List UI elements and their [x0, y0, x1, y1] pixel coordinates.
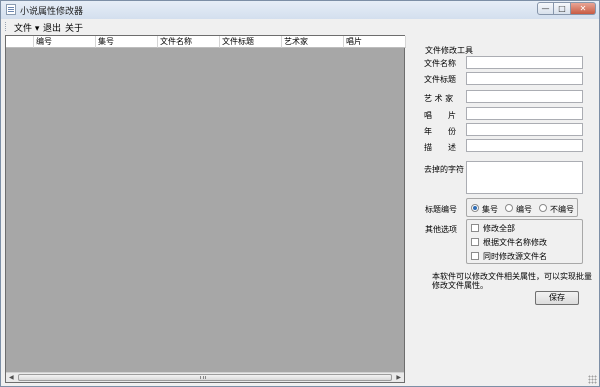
description-label: 描 述 — [424, 143, 456, 152]
filetitle-label: 文件标题 — [424, 75, 456, 84]
scroll-left-icon[interactable]: ◀ — [9, 374, 14, 381]
column-header-episode[interactable]: 集号 — [96, 36, 158, 48]
radio-episode-label: 集号 — [482, 205, 498, 214]
checkbox-rename-source[interactable] — [471, 252, 479, 260]
close-button[interactable]: ✕ — [571, 2, 596, 15]
radio-episode[interactable] — [471, 204, 479, 212]
menu-bar: 文件 ▾ 退出 关于 — [1, 19, 599, 34]
menu-file[interactable]: 文件 ▾ — [14, 21, 39, 34]
artist-input[interactable] — [466, 90, 583, 103]
maximize-button[interactable]: □ — [554, 2, 571, 15]
scroll-right-icon[interactable]: ▶ — [396, 374, 401, 381]
save-button[interactable]: 保存 — [535, 291, 579, 305]
checkbox-by-filename-label: 根据文件名称修改 — [483, 238, 547, 247]
remove-chars-textarea[interactable] — [466, 161, 583, 194]
title-bar: 小说属性修改器 — □ ✕ — [1, 1, 599, 19]
software-description: 本软件可以修改文件相关属性，可以实现批量修改文件属性。 — [432, 272, 592, 290]
window-title: 小说属性修改器 — [20, 7, 84, 17]
column-header-artist[interactable]: 艺术家 — [282, 36, 344, 48]
grid-header: 编号 集号 文件名称 文件标题 艺术家 唱片 — [6, 36, 406, 48]
checkbox-by-filename[interactable] — [471, 238, 479, 246]
file-grid[interactable]: 编号 集号 文件名称 文件标题 艺术家 唱片 ◀ ▶ — [5, 35, 406, 383]
app-icon — [6, 4, 16, 15]
description-input[interactable] — [466, 139, 583, 152]
remove-chars-label: 去掉的字符 — [424, 165, 464, 174]
column-header-number[interactable]: 编号 — [34, 36, 96, 48]
minimize-button[interactable]: — — [537, 2, 554, 15]
column-header-album[interactable]: 唱片 — [344, 36, 406, 48]
other-options-label: 其他选项 — [425, 225, 457, 234]
checkbox-rename-source-label: 同时修改源文件名 — [483, 252, 547, 261]
checkbox-modify-all-label: 修改全部 — [483, 224, 515, 233]
menu-about[interactable]: 关于 — [65, 21, 83, 34]
radio-number[interactable] — [505, 204, 513, 212]
thumb-grip-icon — [200, 376, 206, 379]
scrollbar-thumb[interactable] — [18, 374, 392, 381]
app-window: 小说属性修改器 — □ ✕ 文件 ▾ 退出 关于 编号 集号 文件名称 文件标题… — [0, 0, 600, 387]
section-title: 文件修改工具 — [425, 46, 473, 55]
resize-grip-icon[interactable] — [588, 375, 597, 384]
filename-input[interactable] — [466, 56, 583, 69]
radio-number-label: 编号 — [516, 205, 532, 214]
horizontal-scrollbar[interactable]: ◀ ▶ — [6, 372, 404, 382]
artist-label: 艺 术 家 — [424, 94, 454, 103]
column-header-filetitle[interactable]: 文件标题 — [220, 36, 282, 48]
radio-no-number-label: 不编号 — [550, 205, 574, 214]
album-input[interactable] — [466, 107, 583, 120]
filetitle-input[interactable] — [466, 72, 583, 85]
year-label: 年 份 — [424, 127, 456, 136]
year-input[interactable] — [466, 123, 583, 136]
album-label: 唱 片 — [424, 111, 456, 120]
filename-label: 文件名称 — [424, 59, 456, 68]
radio-no-number[interactable] — [539, 204, 547, 212]
column-header-filename[interactable]: 文件名称 — [158, 36, 220, 48]
menu-exit[interactable]: 退出 — [43, 21, 61, 34]
row-header-corner — [6, 36, 34, 48]
checkbox-modify-all[interactable] — [471, 224, 479, 232]
menu-grip — [5, 22, 7, 31]
title-numbering-label: 标题编号 — [425, 205, 457, 214]
